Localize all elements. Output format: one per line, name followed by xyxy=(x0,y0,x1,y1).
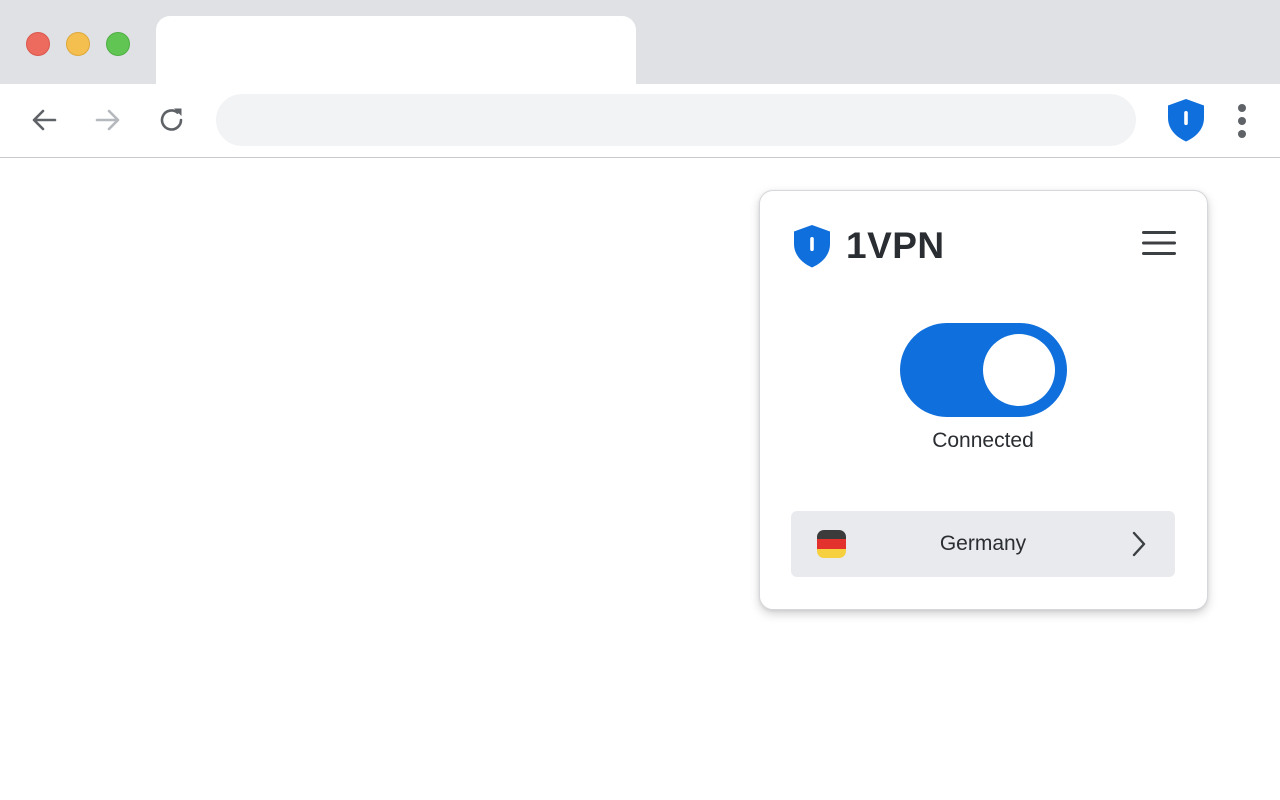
window-maximize-button[interactable] xyxy=(106,32,130,56)
back-button[interactable] xyxy=(24,100,64,140)
vpn-connection-toggle[interactable] xyxy=(900,323,1067,417)
vpn-brand: 1VPN xyxy=(790,221,945,271)
vpn-extension-button[interactable] xyxy=(1162,96,1210,144)
active-tab[interactable] xyxy=(156,16,636,84)
brand-name: 1VPN xyxy=(846,225,945,266)
vpn-popup: 1VPN Connected Germany xyxy=(759,190,1208,610)
arrow-right-icon xyxy=(95,109,120,131)
reload-button[interactable] xyxy=(152,100,192,140)
arrow-left-icon xyxy=(32,109,57,131)
window-close-button[interactable] xyxy=(26,32,50,56)
connection-status: Connected xyxy=(932,429,1034,452)
vpn-menu-button[interactable] xyxy=(1140,227,1178,259)
location-selector[interactable]: Germany xyxy=(791,511,1175,577)
toggle-knob xyxy=(983,334,1055,406)
shield-logo-icon xyxy=(794,225,830,268)
hamburger-icon xyxy=(1142,231,1176,255)
tab-strip xyxy=(0,0,1280,84)
shield-icon xyxy=(1168,99,1204,142)
chevron-right-icon xyxy=(1125,530,1153,558)
vertical-dots-icon xyxy=(1238,104,1246,138)
location-name: Germany xyxy=(939,532,1027,555)
reload-icon xyxy=(160,108,183,131)
address-bar[interactable] xyxy=(216,94,1136,146)
browser-toolbar xyxy=(0,84,1280,158)
window-minimize-button[interactable] xyxy=(66,32,90,56)
forward-button[interactable] xyxy=(88,100,128,140)
browser-menu-button[interactable] xyxy=(1224,98,1260,142)
